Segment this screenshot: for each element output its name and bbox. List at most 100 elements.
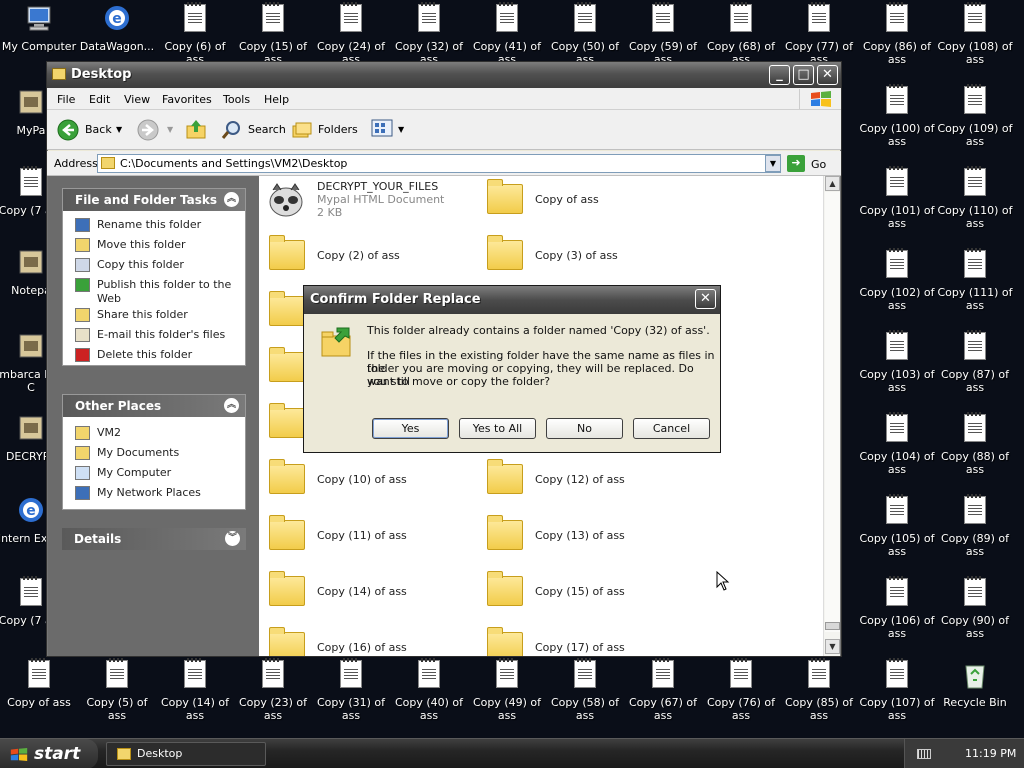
document-icon	[259, 658, 287, 690]
desktop-icon[interactable]: Copy (90) of ass	[936, 576, 1014, 648]
address-input[interactable]: C:\Documents and Settings\VM2\Desktop	[97, 154, 781, 173]
scroll-up-button[interactable]: ▲	[825, 176, 840, 191]
menu-favorites[interactable]: Favorites	[162, 93, 212, 106]
address-dropdown-button[interactable]: ▼	[765, 155, 781, 172]
desktop-icon-label: Copy (110) of ass	[937, 204, 1013, 230]
document-icon	[337, 658, 365, 690]
chevron-down-icon[interactable]: ▼	[167, 118, 173, 142]
desktop-icon[interactable]: Copy (89) of ass	[936, 494, 1014, 566]
collapse-icon[interactable]: ︽	[224, 192, 239, 207]
desktop-icon[interactable]: Copy (14) of ass	[156, 658, 234, 730]
menu-view[interactable]: View	[124, 93, 150, 106]
desktop-icon[interactable]: Copy (58) of ass	[546, 658, 624, 730]
folder-icon	[487, 627, 523, 656]
views-button[interactable]: ▼	[371, 118, 407, 142]
desktop-icon[interactable]: Copy (111) of ass	[936, 248, 1014, 320]
yes-button[interactable]: Yes	[372, 418, 449, 439]
desktop-icon[interactable]: Copy (31) of ass	[312, 658, 390, 730]
back-button[interactable]: Back ▼	[57, 118, 127, 142]
taskbar-item-desktop[interactable]: Desktop	[106, 742, 266, 766]
folder-item[interactable]: Copy (2) of ass	[261, 234, 476, 284]
collapse-icon[interactable]: ︽	[224, 398, 239, 413]
folder-name: Copy (13) of ass	[535, 529, 625, 542]
window-titlebar[interactable]: Desktop _ □ ✕	[47, 62, 841, 88]
other-place-link[interactable]: My Documents	[63, 443, 245, 463]
folder-item[interactable]: Copy (13) of ass	[479, 514, 694, 564]
menu-tools[interactable]: Tools	[223, 93, 250, 106]
folder-item[interactable]: Copy (15) of ass	[479, 570, 694, 620]
no-button[interactable]: No	[546, 418, 623, 439]
start-button[interactable]: start	[0, 739, 98, 768]
desktop-icon[interactable]: Copy (40) of ass	[390, 658, 468, 730]
other-place-link[interactable]: My Computer	[63, 463, 245, 483]
search-button[interactable]: Search	[221, 118, 287, 142]
desktop-icon[interactable]: Copy (109) of ass	[936, 84, 1014, 156]
chevron-down-icon[interactable]: ▼	[398, 118, 404, 142]
desktop-icon[interactable]: Copy (106) of ass	[858, 576, 936, 648]
folder-item[interactable]: Copy (12) of ass	[479, 458, 694, 508]
yes-to-all-button[interactable]: Yes to All	[459, 418, 536, 439]
folder-item[interactable]: Copy of ass	[479, 178, 694, 228]
desktop-icon[interactable]: Copy (86) of ass	[858, 2, 936, 74]
menu-file[interactable]: File	[57, 93, 75, 106]
desktop-icon[interactable]: Copy (108) of ass	[936, 2, 1014, 74]
task-link[interactable]: Delete this folder	[63, 345, 245, 365]
menu-edit[interactable]: Edit	[89, 93, 110, 106]
folders-button[interactable]: Folders	[291, 118, 359, 142]
desktop-icon[interactable]: Copy (23) of ass	[234, 658, 312, 730]
dialog-titlebar[interactable]: Confirm Folder Replace ✕	[304, 286, 720, 314]
task-link[interactable]: Copy this folder	[63, 255, 245, 275]
minimize-button[interactable]: _	[769, 65, 790, 85]
expand-icon[interactable]: ︾	[225, 531, 240, 546]
task-link[interactable]: Move this folder	[63, 235, 245, 255]
desktop-icon[interactable]: Copy (67) of ass	[624, 658, 702, 730]
folder-item[interactable]: Copy (11) of ass	[261, 514, 476, 564]
desktop-icon[interactable]: Copy (101) of ass	[858, 166, 936, 238]
folder-item[interactable]: Copy (14) of ass	[261, 570, 476, 620]
desktop-icon[interactable]: Copy (104) of ass	[858, 412, 936, 484]
go-button[interactable]: ➜ Go	[787, 154, 837, 173]
scroll-track[interactable]	[825, 192, 840, 632]
up-folder-button[interactable]	[185, 118, 209, 142]
desktop-icon[interactable]: Copy (107) of ass	[858, 658, 936, 730]
desktop-icon[interactable]: Copy of ass	[0, 658, 78, 730]
folder-item[interactable]: Copy (17) of ass	[479, 626, 694, 656]
scroll-down-button[interactable]: ▼	[825, 639, 840, 654]
cancel-button[interactable]: Cancel	[633, 418, 710, 439]
desktop-icon[interactable]: Recycle Bin	[936, 658, 1014, 730]
dialog-close-button[interactable]: ✕	[695, 289, 716, 309]
desktop-icon[interactable]: Copy (110) of ass	[936, 166, 1014, 238]
task-link[interactable]: E-mail this folder's files	[63, 325, 245, 345]
desktop-icon[interactable]: Copy (103) of ass	[858, 330, 936, 402]
other-place-link[interactable]: My Network Places	[63, 483, 245, 503]
menu-help[interactable]: Help	[264, 93, 289, 106]
task-link[interactable]: Share this folder	[63, 305, 245, 325]
desktop-icon[interactable]: Copy (87) of ass	[936, 330, 1014, 402]
clock[interactable]: 11:19 PM	[965, 739, 1016, 768]
scroll-thumb[interactable]	[825, 622, 840, 630]
desktop-icon[interactable]: Copy (49) of ass	[468, 658, 546, 730]
chevron-down-icon[interactable]: ▼	[116, 118, 122, 142]
desktop-icon[interactable]: Copy (100) of ass	[858, 84, 936, 156]
other-place-link[interactable]: VM2	[63, 423, 245, 443]
maximize-button[interactable]: □	[793, 65, 814, 85]
desktop-icon[interactable]: Copy (5) of ass	[78, 658, 156, 730]
details-header[interactable]: Details ︾	[62, 528, 246, 550]
desktop-icon[interactable]: Copy (102) of ass	[858, 248, 936, 320]
desktop-icon[interactable]: Copy (105) of ass	[858, 494, 936, 566]
file-item[interactable]: DECRYPT_YOUR_FILES Mypal HTML Document 2 K…	[261, 178, 476, 228]
close-button[interactable]: ✕	[817, 65, 838, 85]
folder-item[interactable]: Copy (16) of ass	[261, 626, 476, 656]
desktop-icon[interactable]: Copy (76) of ass	[702, 658, 780, 730]
desktop-icon[interactable]: Copy (88) of ass	[936, 412, 1014, 484]
forward-button[interactable]: ▼	[137, 118, 177, 142]
desktop-icon[interactable]: Copy (85) of ass	[780, 658, 858, 730]
other-places-header[interactable]: Other Places ︽	[63, 395, 245, 417]
task-link[interactable]: Rename this folder	[63, 215, 245, 235]
folder-item[interactable]: Copy (10) of ass	[261, 458, 476, 508]
vertical-scrollbar[interactable]: ▲ ▼	[823, 176, 840, 656]
folder-item[interactable]: Copy (3) of ass	[479, 234, 694, 284]
file-folder-tasks-header[interactable]: File and Folder Tasks ︽	[63, 189, 245, 211]
task-link[interactable]: Publish this folder to the Web	[63, 275, 245, 305]
keyboard-icon[interactable]	[917, 749, 931, 759]
